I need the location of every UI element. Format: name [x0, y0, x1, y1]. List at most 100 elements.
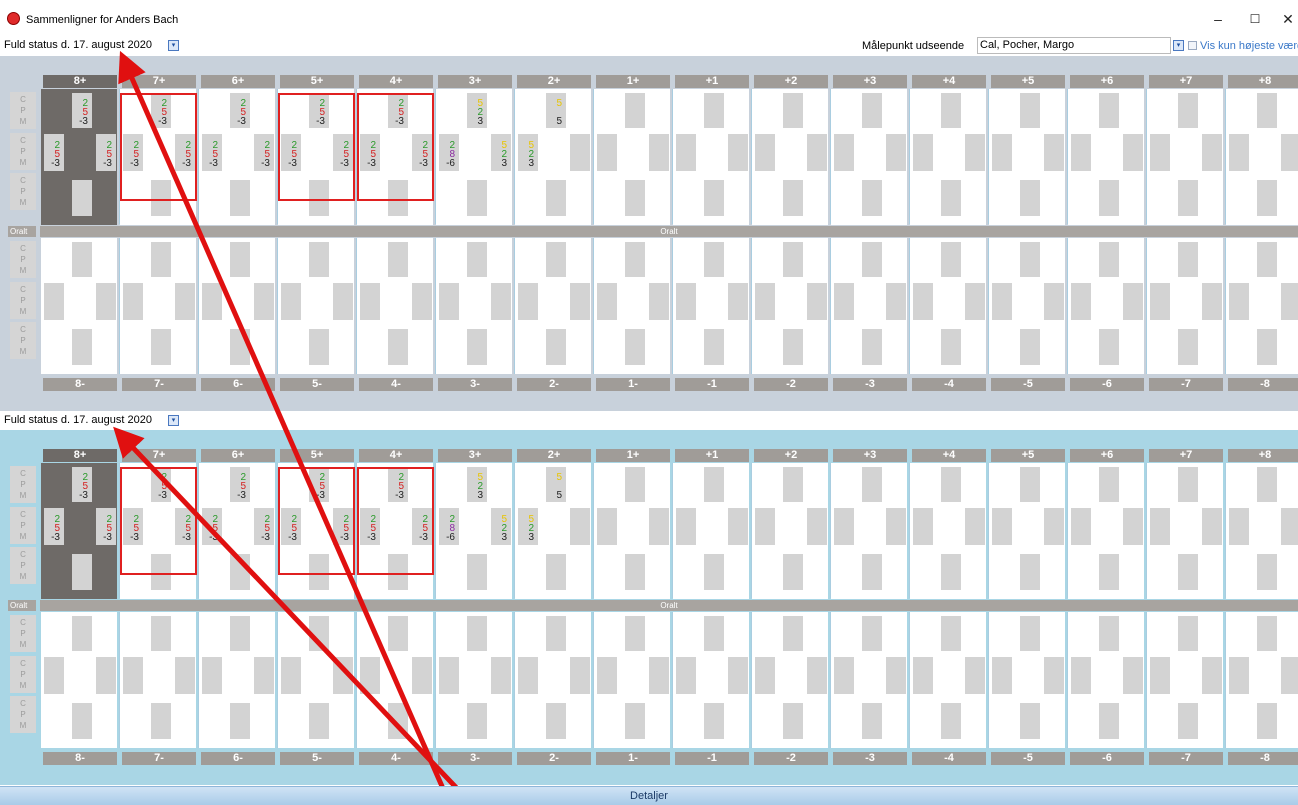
- tooth-cell[interactable]: [594, 612, 670, 748]
- tooth-cell[interactable]: [989, 238, 1065, 374]
- tooth-header: -7: [1149, 752, 1223, 765]
- tooth-cell[interactable]: 55523: [515, 89, 591, 225]
- tooth-cell[interactable]: [831, 238, 907, 374]
- surface-bottom: [1099, 554, 1119, 590]
- measure-value: 5: [556, 98, 562, 109]
- tooth-cell[interactable]: 2 5 -3 2 5 -3 2 5 -3: [120, 89, 196, 225]
- tooth-cell[interactable]: [120, 612, 196, 748]
- tooth-cell[interactable]: [199, 238, 275, 374]
- tooth-cell[interactable]: [594, 89, 670, 225]
- tooth-cell[interactable]: 2 5 -3 2 5 -3 2 5 -3: [41, 463, 117, 599]
- tooth-cell[interactable]: [41, 238, 117, 374]
- cpm-letter: M: [19, 158, 27, 167]
- measure-select[interactable]: Cal, Pocher, Margo: [977, 37, 1171, 54]
- surface-bottom: [467, 329, 487, 365]
- tooth-cell[interactable]: [1068, 238, 1144, 374]
- tooth-cell[interactable]: [1068, 89, 1144, 225]
- tooth-cell[interactable]: [910, 238, 986, 374]
- tooth-cell[interactable]: 55523: [515, 463, 591, 599]
- cpm-letter: P: [20, 336, 26, 345]
- tooth-cell[interactable]: [1147, 463, 1223, 599]
- tooth-cell[interactable]: 2 5 -3 2 5 -3 2 5 -3: [199, 463, 275, 599]
- tooth-header: +6: [1070, 75, 1144, 88]
- tooth-cell[interactable]: [594, 238, 670, 374]
- chevron-down-icon[interactable]: ▾: [168, 40, 179, 51]
- measure-value: -3: [367, 532, 376, 543]
- tooth-cell[interactable]: [436, 238, 512, 374]
- surface-bottom: [151, 180, 171, 216]
- tooth-header: +8: [1228, 75, 1298, 88]
- tooth-cell[interactable]: [515, 238, 591, 374]
- surface-right: [570, 134, 590, 171]
- tooth-cell[interactable]: [357, 238, 433, 374]
- maximize-button[interactable]: ☐: [1241, 9, 1269, 29]
- tooth-cell[interactable]: [1226, 463, 1298, 599]
- tooth-cell[interactable]: [1226, 238, 1298, 374]
- tooth-cell[interactable]: [989, 612, 1065, 748]
- tooth-cell[interactable]: 2 5 -3 2 5 -3 2 5 -3: [199, 89, 275, 225]
- tooth-cell[interactable]: [436, 612, 512, 748]
- close-button[interactable]: ✕: [1274, 9, 1298, 29]
- tooth-cell[interactable]: [831, 463, 907, 599]
- tooth-cell[interactable]: 2 5 -3 2 5 -3 2 5 -3: [41, 89, 117, 225]
- tooth-cell[interactable]: [752, 463, 828, 599]
- tooth-cell[interactable]: [989, 89, 1065, 225]
- measure-value: -3: [367, 158, 376, 169]
- surface-right: [649, 508, 669, 545]
- tooth-cell[interactable]: [1226, 612, 1298, 748]
- tooth-cell[interactable]: [989, 463, 1065, 599]
- measure-value: -3: [340, 158, 349, 169]
- tooth-cell[interactable]: [41, 612, 117, 748]
- tooth-cell[interactable]: [357, 612, 433, 748]
- minimize-button[interactable]: –: [1204, 9, 1232, 29]
- tooth-cell[interactable]: [1068, 612, 1144, 748]
- tooth-header: 2-: [517, 752, 591, 765]
- cpm-letter: C: [20, 510, 26, 519]
- tooth-cell[interactable]: [910, 612, 986, 748]
- surface-top: [704, 467, 724, 502]
- tooth-cell[interactable]: [1147, 238, 1223, 374]
- tooth-cell[interactable]: [1068, 463, 1144, 599]
- tooth-cell[interactable]: [910, 463, 986, 599]
- chevron-down-icon[interactable]: ▾: [168, 415, 179, 426]
- surface-bottom: [862, 554, 882, 590]
- tooth-cell[interactable]: [831, 89, 907, 225]
- tooth-cell[interactable]: 2 5 -3 2 5 -3 2 5 -3: [357, 463, 433, 599]
- tooth-cell[interactable]: [673, 238, 749, 374]
- cpm-letter: P: [20, 710, 26, 719]
- tooth-cell[interactable]: [831, 612, 907, 748]
- measure-value: 5: [556, 116, 562, 127]
- cpm-letter: M: [19, 721, 27, 730]
- chevron-down-icon[interactable]: ▾: [1173, 40, 1184, 51]
- tooth-cell[interactable]: 5 2 3 2 8 -6 5 2 3: [436, 89, 512, 225]
- date-selector[interactable]: Fuld status d. 17. august 2020: [1, 37, 166, 54]
- tooth-cell[interactable]: 2 5 -3 2 5 -3 2 5 -3: [278, 89, 354, 225]
- tooth-cell[interactable]: 2 5 -3 2 5 -3 2 5 -3: [120, 463, 196, 599]
- tooth-cell[interactable]: [673, 89, 749, 225]
- tooth-cell[interactable]: 2 5 -3 2 5 -3 2 5 -3: [357, 89, 433, 225]
- tooth-cell[interactable]: [278, 238, 354, 374]
- tooth-cell[interactable]: [278, 612, 354, 748]
- tooth-cell[interactable]: [752, 612, 828, 748]
- tooth-cell[interactable]: [594, 463, 670, 599]
- tooth-cell[interactable]: [673, 463, 749, 599]
- tooth-cell[interactable]: [1147, 612, 1223, 748]
- tooth-cell[interactable]: [1226, 89, 1298, 225]
- measure-value: -3: [261, 532, 270, 543]
- date-selector[interactable]: Fuld status d. 17. august 2020: [1, 412, 166, 429]
- tooth-cell[interactable]: [515, 612, 591, 748]
- tooth-cell[interactable]: [673, 612, 749, 748]
- measure-value: 3: [477, 490, 483, 501]
- tooth-cell[interactable]: [199, 612, 275, 748]
- details-panel-toggle[interactable]: Detaljer: [0, 786, 1298, 805]
- tooth-cell[interactable]: [1147, 89, 1223, 225]
- tooth-cell[interactable]: [752, 238, 828, 374]
- tooth-header: 6+: [201, 75, 275, 88]
- tooth-cell[interactable]: [752, 89, 828, 225]
- tooth-cell[interactable]: [120, 238, 196, 374]
- tooth-cell[interactable]: [910, 89, 986, 225]
- surface-right: [807, 134, 827, 171]
- tooth-cell[interactable]: 5 2 3 2 8 -6 5 2 3: [436, 463, 512, 599]
- only-highest-checkbox[interactable]: [1188, 41, 1197, 50]
- tooth-cell[interactable]: 2 5 -3 2 5 -3 2 5 -3: [278, 463, 354, 599]
